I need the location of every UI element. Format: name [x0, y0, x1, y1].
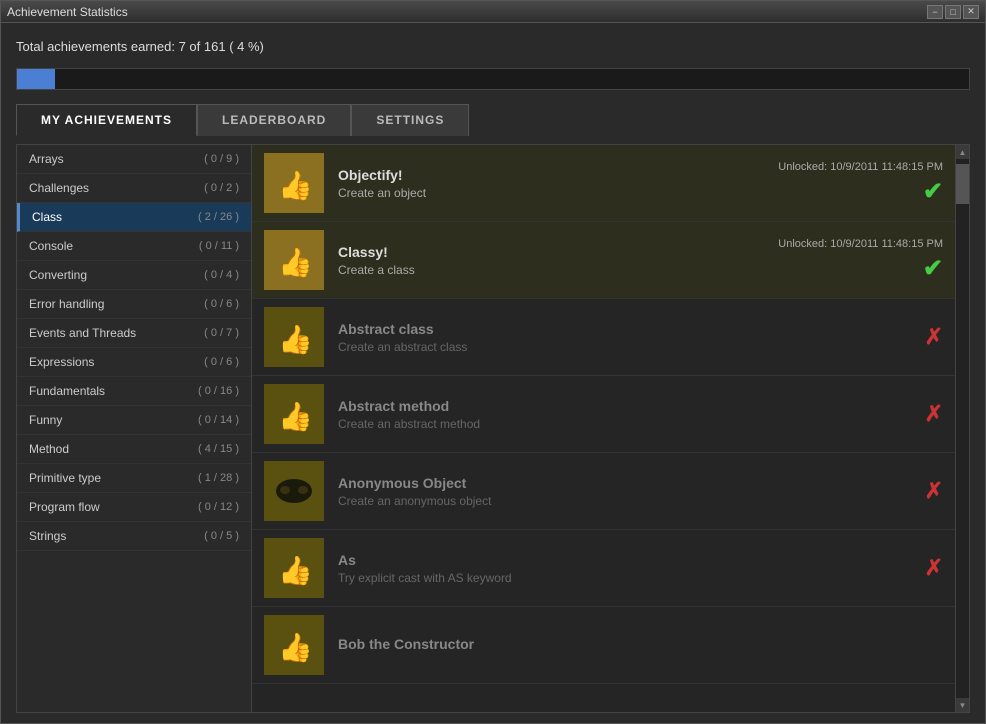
- content-area: Total achievements earned: 7 of 161 ( 4 …: [1, 23, 985, 723]
- achievement-bob-constructor: 👍 Bob the Constructor: [252, 607, 955, 684]
- close-button[interactable]: ✕: [963, 5, 979, 19]
- sidebar-item-expressions[interactable]: Expressions ( 0 / 6 ): [17, 348, 251, 377]
- stats-text: Total achievements earned: 7 of 161 ( 4 …: [16, 39, 264, 54]
- sidebar-item-funny[interactable]: Funny ( 0 / 14 ): [17, 406, 251, 435]
- achievement-status-classy: Unlocked: 10/9/2011 11:48:15 PM ✔: [723, 238, 943, 283]
- sidebar-item-fundamentals[interactable]: Fundamentals ( 0 / 16 ): [17, 377, 251, 406]
- sidebar-item-converting[interactable]: Converting ( 0 / 4 ): [17, 261, 251, 290]
- achievement-status-objectify: Unlocked: 10/9/2011 11:48:15 PM ✔: [723, 161, 943, 206]
- achievement-name-classy: Classy!: [338, 244, 709, 260]
- minimize-button[interactable]: −: [927, 5, 943, 19]
- window-title: Achievement Statistics: [7, 5, 128, 19]
- tab-settings[interactable]: SETTINGS: [351, 104, 469, 136]
- window-controls: − □ ✕: [927, 5, 979, 19]
- achievement-desc-classy: Create a class: [338, 263, 709, 277]
- svg-text:👍: 👍: [278, 246, 313, 279]
- achievement-objectify: 👍 Objectify! Create an object Unlocked: …: [252, 145, 955, 222]
- achievements-list[interactable]: 👍 Objectify! Create an object Unlocked: …: [252, 145, 955, 712]
- svg-text:👍: 👍: [278, 400, 313, 433]
- scroll-up-button[interactable]: ▲: [956, 145, 969, 159]
- tabs: MY ACHIEVEMENTS LEADERBOARD SETTINGS: [16, 104, 970, 136]
- sidebar-item-strings[interactable]: Strings ( 0 / 5 ): [17, 522, 251, 551]
- sidebar-item-arrays[interactable]: Arrays ( 0 / 9 ): [17, 145, 251, 174]
- achievement-icon-bob-constructor: 👍: [264, 615, 324, 675]
- cross-icon-abstract-class: ✗: [925, 324, 943, 350]
- achievement-icon-anonymous-object: [264, 461, 324, 521]
- check-icon-classy: ✔: [923, 254, 943, 283]
- achievement-info-anonymous-object: Anonymous Object Create an anonymous obj…: [338, 475, 709, 508]
- achievement-name-bob-constructor: Bob the Constructor: [338, 636, 943, 652]
- achievement-classy: 👍 Classy! Create a class Unlocked: 10/9/…: [252, 222, 955, 299]
- sidebar: Arrays ( 0 / 9 ) Challenges ( 0 / 2 ) Cl…: [17, 145, 252, 712]
- cross-icon-anonymous-object: ✗: [925, 478, 943, 504]
- achievement-info-abstract-class: Abstract class Create an abstract class: [338, 321, 709, 354]
- sidebar-item-console[interactable]: Console ( 0 / 11 ): [17, 232, 251, 261]
- cross-icon-abstract-method: ✗: [925, 401, 943, 427]
- tab-leaderboard[interactable]: LEADERBOARD: [197, 104, 351, 136]
- achievement-anonymous-object: Anonymous Object Create an anonymous obj…: [252, 453, 955, 530]
- progress-bar-fill: [17, 69, 55, 89]
- achievement-name-objectify: Objectify!: [338, 167, 709, 183]
- svg-text:👍: 👍: [278, 323, 313, 356]
- achievement-info-bob-constructor: Bob the Constructor: [338, 636, 943, 655]
- sidebar-item-primitive-type[interactable]: Primitive type ( 1 / 28 ): [17, 464, 251, 493]
- achievement-info-as: As Try explicit cast with AS keyword: [338, 552, 709, 585]
- scrollbar[interactable]: ▲ ▼: [955, 145, 969, 712]
- achievement-desc-as: Try explicit cast with AS keyword: [338, 571, 709, 585]
- achievement-desc-anonymous-object: Create an anonymous object: [338, 494, 709, 508]
- achievement-icon-classy: 👍: [264, 230, 324, 290]
- achievement-status-abstract-method: ✗: [723, 401, 943, 427]
- sidebar-item-method[interactable]: Method ( 4 / 15 ): [17, 435, 251, 464]
- achievement-desc-abstract-method: Create an abstract method: [338, 417, 709, 431]
- achievement-abstract-class: 👍 Abstract class Create an abstract clas…: [252, 299, 955, 376]
- achievement-icon-abstract-method: 👍: [264, 384, 324, 444]
- achievement-info-abstract-method: Abstract method Create an abstract metho…: [338, 398, 709, 431]
- unlock-date-objectify: Unlocked: 10/9/2011 11:48:15 PM: [778, 161, 943, 173]
- sidebar-item-challenges[interactable]: Challenges ( 0 / 2 ): [17, 174, 251, 203]
- achievement-status-as: ✗: [723, 555, 943, 581]
- scroll-down-button[interactable]: ▼: [956, 698, 969, 712]
- achievement-as: 👍 As Try explicit cast with AS keyword ✗: [252, 530, 955, 607]
- maximize-button[interactable]: □: [945, 5, 961, 19]
- sidebar-item-error-handling[interactable]: Error handling ( 0 / 6 ): [17, 290, 251, 319]
- achievement-icon-abstract-class: 👍: [264, 307, 324, 367]
- achievement-abstract-method: 👍 Abstract method Create an abstract met…: [252, 376, 955, 453]
- unlock-date-classy: Unlocked: 10/9/2011 11:48:15 PM: [778, 238, 943, 250]
- achievement-name-as: As: [338, 552, 709, 568]
- achievement-name-anonymous-object: Anonymous Object: [338, 475, 709, 491]
- achievement-status-abstract-class: ✗: [723, 324, 943, 350]
- achievement-icon-as: 👍: [264, 538, 324, 598]
- achievement-info-classy: Classy! Create a class: [338, 244, 709, 277]
- main-window: Achievement Statistics − □ ✕ Total achie…: [0, 0, 986, 724]
- sidebar-item-events-threads[interactable]: Events and Threads ( 0 / 7 ): [17, 319, 251, 348]
- achievement-desc-objectify: Create an object: [338, 186, 709, 200]
- svg-text:👍: 👍: [278, 554, 313, 587]
- sidebar-item-program-flow[interactable]: Program flow ( 0 / 12 ): [17, 493, 251, 522]
- svg-text:👍: 👍: [278, 169, 313, 202]
- svg-text:👍: 👍: [278, 631, 313, 664]
- stats-row: Total achievements earned: 7 of 161 ( 4 …: [16, 33, 970, 60]
- achievement-status-anonymous-object: ✗: [723, 478, 943, 504]
- cross-icon-as: ✗: [925, 555, 943, 581]
- main-panel: Arrays ( 0 / 9 ) Challenges ( 0 / 2 ) Cl…: [16, 144, 970, 713]
- title-bar: Achievement Statistics − □ ✕: [1, 1, 985, 23]
- check-icon-objectify: ✔: [923, 177, 943, 206]
- achievement-desc-abstract-class: Create an abstract class: [338, 340, 709, 354]
- scroll-thumb[interactable]: [956, 164, 969, 204]
- achievement-info-objectify: Objectify! Create an object: [338, 167, 709, 200]
- tab-my-achievements[interactable]: MY ACHIEVEMENTS: [16, 104, 197, 136]
- scroll-track: [956, 159, 969, 698]
- progress-bar-container: [16, 68, 970, 90]
- achievement-name-abstract-class: Abstract class: [338, 321, 709, 337]
- achievement-icon-objectify: 👍: [264, 153, 324, 213]
- sidebar-item-class[interactable]: Class ( 2 / 26 ): [17, 203, 251, 232]
- achievement-name-abstract-method: Abstract method: [338, 398, 709, 414]
